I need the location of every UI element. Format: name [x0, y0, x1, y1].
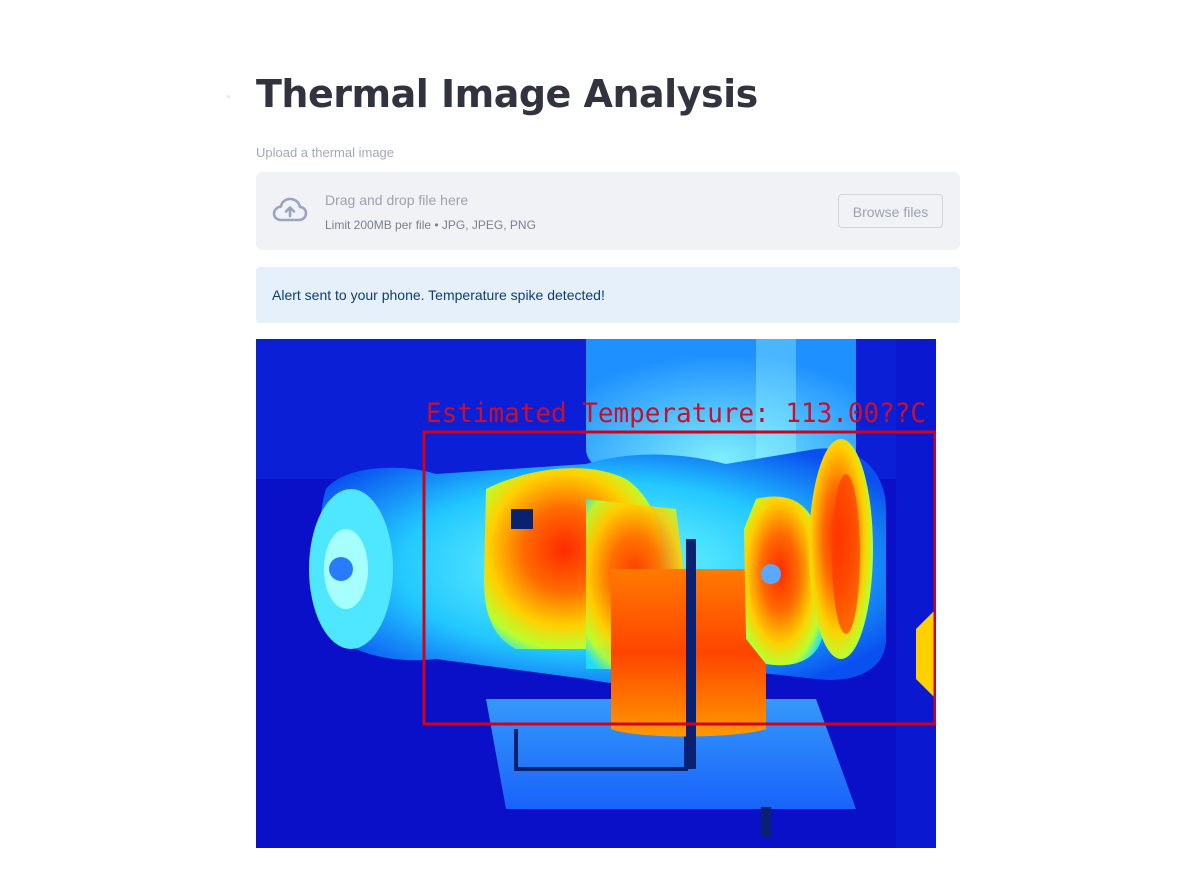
file-dropzone[interactable]: Drag and drop file here Limit 200MB per … [256, 172, 960, 250]
page-title: Thermal Image Analysis [256, 72, 758, 116]
browse-files-button[interactable]: Browse files [838, 194, 943, 228]
dropzone-instructions: Drag and drop file here [325, 192, 469, 208]
temperature-overlay-text: Estimated Temperature: 113.00??C [426, 398, 926, 429]
thermal-result-image: Estimated Temperature: 113.00??C [256, 339, 936, 848]
alert-message: Alert sent to your phone. Temperature sp… [272, 287, 605, 303]
upload-label: Upload a thermal image [256, 145, 395, 160]
decorative-dot [227, 95, 230, 98]
dropzone-limit-text: Limit 200MB per file • JPG, JPEG, PNG [325, 218, 536, 232]
info-alert: Alert sent to your phone. Temperature sp… [256, 267, 960, 323]
cloud-upload-icon [272, 197, 308, 222]
